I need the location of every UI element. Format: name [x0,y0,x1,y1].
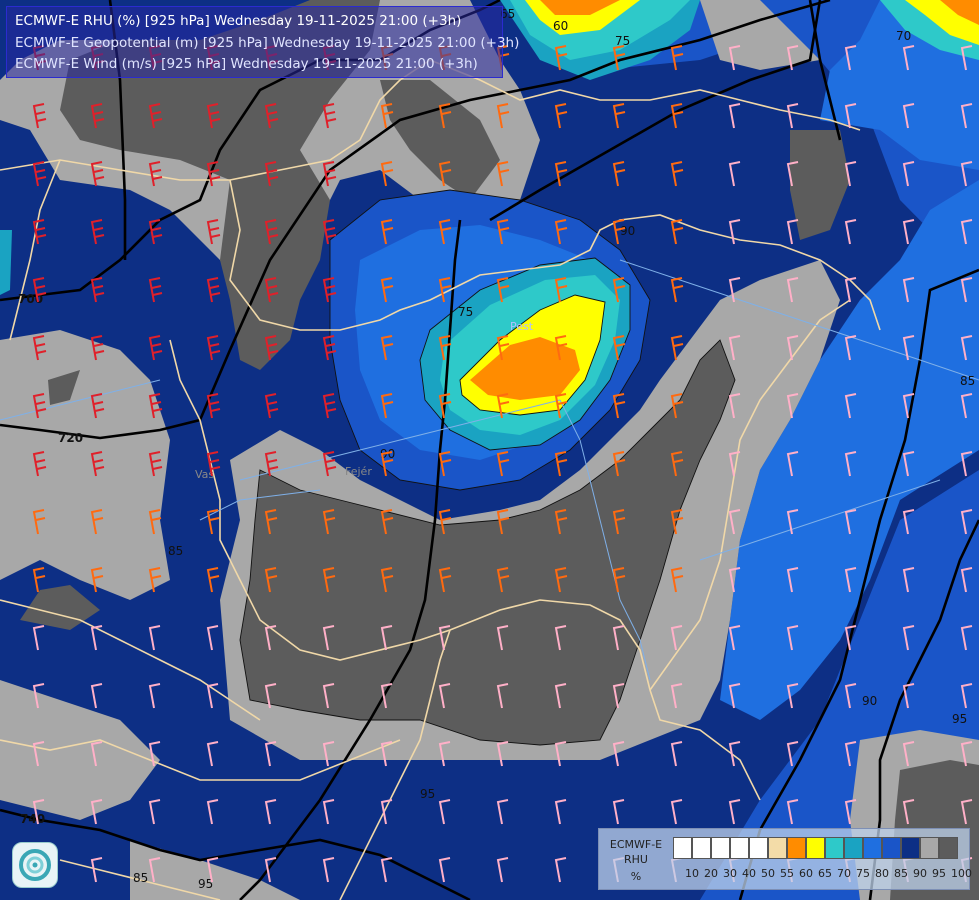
legend-tick: 90 [913,867,927,880]
legend-swatch [882,837,901,859]
legend-tick: 95 [932,867,946,880]
label-rhu-90c: 90 [862,694,877,708]
legend-tick: 55 [780,867,794,880]
legend-swatch [673,837,692,859]
legend-swatch [692,837,711,859]
title-rhu: ECMWF-E RHU (%) [925 hPa] Wednesday 19-1… [15,13,462,29]
legend-tick: 60 [799,867,813,880]
label-rhu-90a: 90 [620,224,635,238]
legend-swatch [730,837,749,859]
legend-tick: 80 [875,867,889,880]
label-rhu-70: 70 [896,29,911,43]
label-rhu-75b: 75 [458,305,473,319]
swirl-icon [19,849,51,881]
region-fejer: Fejér [345,465,372,478]
weather-map: 700 720 740 65 60 75 70 75 90 85 90 85 9… [0,0,979,900]
legend-swatch [787,837,806,859]
legend-tick: 85 [894,867,908,880]
legend-swatch [844,837,863,859]
legend-swatch [711,837,730,859]
legend-tick: 40 [742,867,756,880]
legend-tick: 10 [685,867,699,880]
color-legend: ECMWF-E RHU % 10 20 30 40 50 55 60 65 70 75 80 85 90… [598,828,972,890]
legend-swatch [749,837,768,859]
label-720: 720 [58,431,83,445]
legend-tick: 20 [704,867,718,880]
label-rhu-85a: 85 [960,374,975,388]
label-rhu-85c: 85 [133,871,148,885]
title-wind: ECMWF-E Wind (m/s) [925 hPa] Wednesday 1… [15,56,478,72]
legend-swatch [825,837,844,859]
legend-swatch [768,837,787,859]
label-rhu-60: 60 [553,19,568,33]
legend-swatch [920,837,939,859]
label-rhu-95a: 95 [952,712,967,726]
legend-tick: 65 [818,867,832,880]
label-rhu-95c: 95 [420,787,435,801]
legend-unit: % [630,870,642,883]
legend-tick: 70 [837,867,851,880]
legend-swatch [806,837,825,859]
legend-swatch [901,837,920,859]
legend-variable: RHU [624,853,648,866]
label-rhu-85b: 85 [168,544,183,558]
legend-swatch [939,837,958,859]
ecmwf-logo [12,842,58,888]
legend-tick: 75 [856,867,870,880]
title-geopotential: ECMWF-E Geopotential (m) [925 hPa] Wedne… [15,35,520,51]
title-box: ECMWF-E RHU (%) [925 hPa] Wednesday 19-1… [6,6,519,78]
region-pest: Pest [510,320,534,333]
legend-source: ECMWF-E [609,838,663,851]
legend-tick: 50 [761,867,775,880]
label-740: 740 [20,812,45,826]
legend-tick: 30 [723,867,737,880]
legend-swatch [863,837,882,859]
legend-tick: 100 [951,867,972,880]
